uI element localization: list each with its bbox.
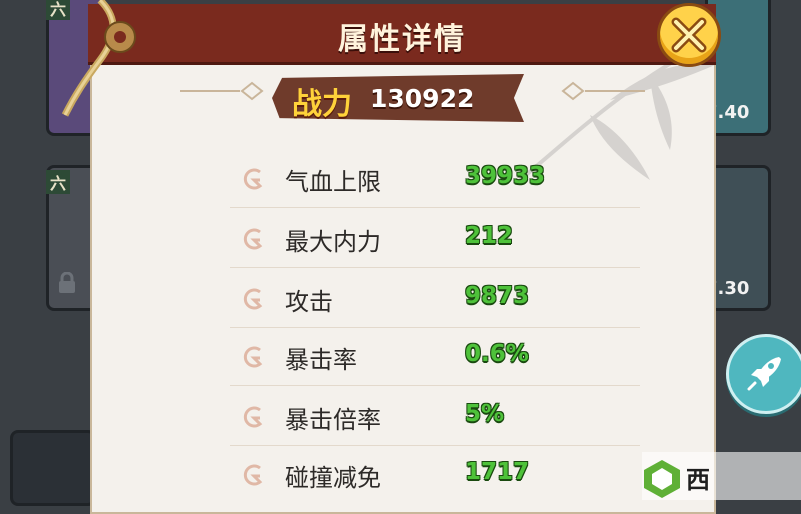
stat-name: 碰撞减免 bbox=[285, 464, 381, 492]
divider bbox=[230, 267, 640, 268]
stat-value: 0.6% bbox=[465, 341, 529, 367]
stat-row-crit-multiplier: 暴击倍率 5% bbox=[230, 388, 640, 446]
dialog-title: 属性详情 bbox=[338, 22, 466, 57]
close-icon bbox=[671, 17, 707, 53]
left-ornament bbox=[180, 81, 264, 101]
right-ornament bbox=[561, 81, 645, 101]
stat-value: 1717 bbox=[465, 459, 530, 485]
power-label: 战力 bbox=[292, 87, 352, 122]
stat-row-collision-reduction: 碰撞减免 1717 bbox=[230, 446, 640, 504]
power-value: 130922 bbox=[370, 84, 475, 113]
stat-value: 212 bbox=[465, 223, 514, 249]
stat-row-crit-rate: 暴击率 0.6% bbox=[230, 328, 640, 386]
stat-row-max-mana: 最大内力 212 bbox=[230, 210, 640, 268]
watermark-text: 西 bbox=[686, 466, 710, 494]
stat-name: 气血上限 bbox=[285, 168, 381, 196]
divider bbox=[230, 385, 640, 386]
lock-icon bbox=[59, 272, 75, 293]
swirl-icon bbox=[243, 346, 263, 368]
swirl-icon bbox=[243, 168, 263, 190]
stat-value: 39933 bbox=[465, 163, 546, 189]
stat-value: 5% bbox=[465, 401, 505, 427]
divider bbox=[230, 207, 640, 208]
stat-name: 攻击 bbox=[285, 288, 333, 316]
rocket-icon bbox=[747, 357, 781, 391]
stat-name: 暴击倍率 bbox=[285, 406, 381, 434]
swirl-icon bbox=[243, 406, 263, 428]
stat-name: 暴击率 bbox=[285, 346, 357, 374]
stat-name: 最大内力 bbox=[285, 228, 381, 256]
stat-value: 9873 bbox=[465, 283, 530, 309]
stat-row-attack: 攻击 9873 bbox=[230, 270, 640, 328]
stat-row-max-hp: 气血上限 39933 bbox=[230, 150, 640, 208]
coin-knot-icon bbox=[104, 21, 136, 53]
swirl-icon bbox=[243, 288, 263, 310]
swirl-icon bbox=[243, 228, 263, 250]
rocket-button[interactable] bbox=[726, 334, 801, 414]
rope-decoration bbox=[61, 0, 117, 117]
background-card-bottom bbox=[10, 430, 96, 506]
watermark-logo bbox=[642, 452, 801, 500]
background-tag-mid: 六 bbox=[46, 170, 71, 194]
dialog-header: 属性详情 bbox=[88, 4, 716, 65]
close-button[interactable] bbox=[657, 3, 721, 67]
swirl-icon bbox=[243, 464, 263, 486]
